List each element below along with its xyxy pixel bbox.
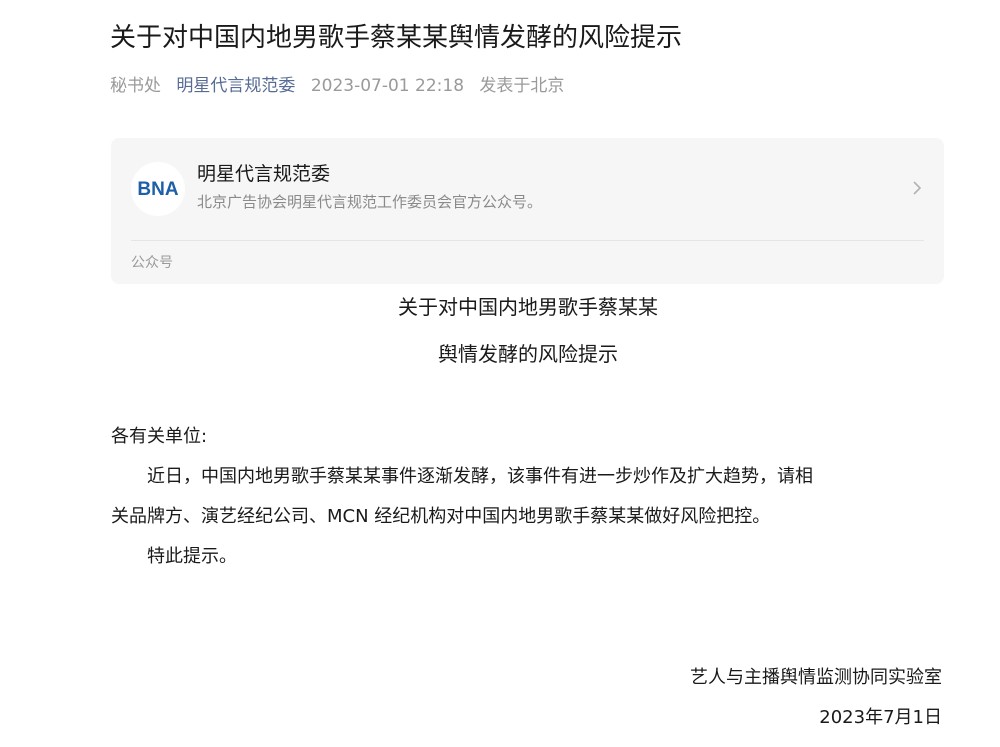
salutation: 各有关单位: bbox=[111, 426, 208, 447]
publish-location: 发表于北京 bbox=[479, 76, 565, 96]
publish-datetime: 2023-07-01 22:18 bbox=[310, 76, 465, 96]
account-name: 明星代言规范委 bbox=[197, 163, 331, 185]
document-heading-line1: 关于对中国内地男歌手蔡某某 bbox=[398, 295, 658, 319]
account-type-label: 公众号 bbox=[131, 255, 173, 271]
card-divider bbox=[131, 240, 924, 241]
account-logo: BNA bbox=[131, 162, 185, 216]
document-heading-line2: 舆情发酵的风险提示 bbox=[438, 342, 618, 366]
account-description: 北京广告协会明星代言规范工作委员会官方公众号。 bbox=[197, 193, 543, 211]
article-meta: 秘书处 明星代言规范委 2023-07-01 22:18 发表于北京 bbox=[110, 72, 574, 100]
author-name: 秘书处 bbox=[110, 76, 161, 96]
closing-text: 特此提示。 bbox=[111, 546, 237, 567]
signature-date: 2023年7月1日 bbox=[819, 707, 942, 728]
article-title: 关于对中国内地男歌手蔡某某舆情发酵的风险提示 bbox=[110, 23, 683, 53]
account-link[interactable]: 明星代言规范委 bbox=[176, 76, 295, 96]
paragraph-line-1: 近日，中国内地男歌手蔡某某事件逐渐发酵，该事件有进一步炒作及扩大趋势，请相 bbox=[111, 466, 813, 487]
paragraph-line-2: 关品牌方、演艺经纪公司、MCN 经纪机构对中国内地男歌手蔡某某做好风险把控。 bbox=[111, 506, 771, 527]
account-card[interactable]: BNA 明星代言规范委 北京广告协会明星代言规范工作委员会官方公众号。 公众号 bbox=[111, 138, 944, 284]
logo-text: BNA bbox=[137, 179, 178, 200]
chevron-right-icon[interactable] bbox=[912, 180, 922, 200]
bna-logo-icon: BNA bbox=[137, 179, 178, 200]
signature-organization: 艺人与主播舆情监测协同实验室 bbox=[690, 667, 942, 688]
